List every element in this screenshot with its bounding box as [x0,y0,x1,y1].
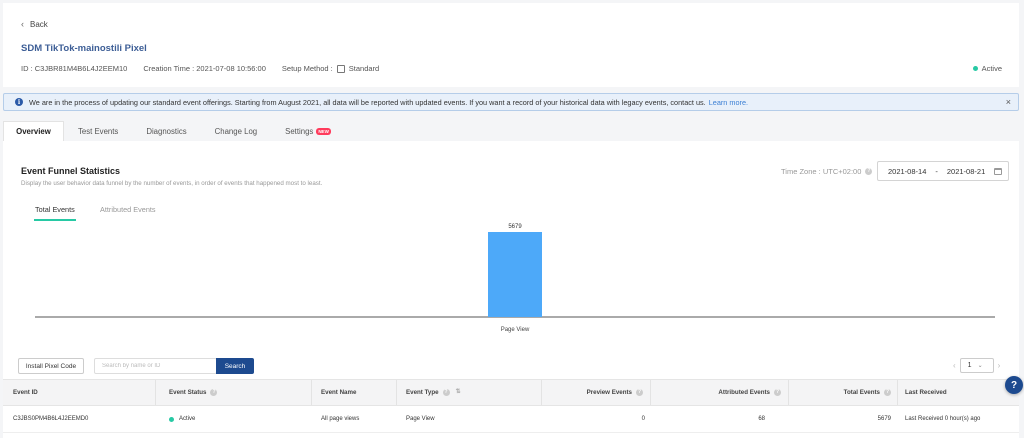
status-label: Active [179,416,196,422]
help-circle-icon[interactable]: ? [774,389,781,396]
sort-icon[interactable]: ⇅ [456,389,461,395]
column-divider [311,380,312,405]
funnel-chart: 5679 Page View [35,224,995,333]
tab-overview[interactable]: Overview [3,121,64,141]
page-select[interactable]: 1 ⌄ [959,358,994,373]
next-page-icon[interactable]: › [998,361,1001,370]
cell-event-status: Active [169,406,195,432]
setup-method: Setup Method : Standard [282,64,379,73]
pixel-meta: ID : C3JBR81M4B6L4J2EEM10 Creation Time … [21,64,379,73]
pixel-status-label: Active [981,64,1002,73]
tab-label: Settings [285,126,314,136]
tab-diagnostics[interactable]: Diagnostics [132,121,200,141]
header-attributed-events: Attributed Events ? [718,380,781,405]
learn-more-link[interactable]: Learn more. [709,98,748,107]
tab-label: Test Events [78,126,119,136]
bar-page-view[interactable] [488,232,542,317]
header-label: Attributed Events [718,389,770,396]
status-dot-icon [169,416,174,422]
column-divider [897,380,898,405]
setup-method-value: Standard [348,64,380,73]
current-page: 1 [967,362,972,369]
chevron-left-icon: ‹ [21,19,24,29]
tab-settings[interactable]: Settings NEW [271,121,345,141]
help-button[interactable]: ? [1005,376,1023,394]
table-row[interactable]: C3JBS0PM4B6L4J2EEMD0 Active All page vie… [3,406,1019,433]
header-total-events: Total Events ? [844,380,891,405]
cell-event-type: Page View [406,416,435,422]
header-preview-events: Preview Events ? [587,380,643,405]
creation-time: Creation Time : 2021-07-08 10:56:00 [143,64,266,73]
header-event-name: Event Name [321,389,357,396]
install-pixel-code-button[interactable]: Install Pixel Code [18,358,84,374]
header-event-type: Event Type ? ⇅ [406,380,461,405]
pagination: ‹ 1 ⌄ › [953,358,1000,373]
column-divider [155,380,156,405]
pixel-name: SDM TikTok-mainostili Pixel [21,43,147,54]
chevron-down-icon: ⌄ [977,363,983,369]
header-event-id: Event ID [13,389,38,396]
info-icon: i [15,98,23,106]
column-divider [396,380,397,405]
new-badge: NEW [316,127,331,135]
tab-bar: Overview Test Events Diagnostics Change … [3,121,1019,141]
category-tick-label: Page View [501,327,530,333]
cell-last-received: Last Received 0 hour(s) ago [905,416,981,422]
bar-value-label: 5679 [508,224,522,230]
tab-change-log[interactable]: Change Log [201,121,272,141]
search-button[interactable]: Search [216,358,254,374]
search-input[interactable] [94,358,217,374]
back-button[interactable]: ‹ Back [21,19,48,29]
banner-message: We are in the process of updating our st… [29,97,706,107]
header-label: Event Status [169,389,207,396]
cell-attributed-events: 68 [758,416,765,422]
help-circle-icon[interactable]: ? [210,389,218,396]
cell-event-id: C3JBS0PM4B6L4J2EEMD0 [13,416,89,422]
back-label: Back [30,19,48,29]
cell-total-events: 5679 [877,416,891,422]
help-circle-icon[interactable]: ? [884,389,891,396]
tab-label: Diagnostics [146,126,187,136]
pixel-status: Active [972,64,1002,73]
header-last-received: Last Received [905,389,947,396]
overview-panel: Event Funnel Statistics Display the user… [3,141,1019,438]
tab-label: Overview [16,127,51,136]
cell-event-name: All page views [321,416,360,422]
close-icon[interactable]: × [1006,97,1011,107]
prev-page-icon[interactable]: ‹ [953,361,956,370]
cell-preview-events: 0 [641,416,645,422]
help-circle-icon[interactable]: ? [442,389,450,396]
header-label: Total Events [843,389,880,396]
table-header: Event ID Event Status ? Event Name Event… [3,379,1019,406]
column-divider [541,380,542,405]
status-dot-icon [972,66,978,71]
pixel-header: ‹ Back SDM TikTok-mainostili Pixel ID : … [3,3,1019,87]
header-label: Event Type [406,389,439,396]
setup-method-label: Setup Method : [281,64,333,73]
info-banner: i We are in the process of updating our … [3,93,1019,111]
document-icon [336,64,345,73]
column-divider [788,380,789,405]
tab-test-events[interactable]: Test Events [64,121,132,141]
tab-label: Change Log [214,126,258,136]
column-divider [650,380,651,405]
header-event-status: Event Status ? [169,380,218,405]
pixel-id: ID : C3JBR81M4B6L4J2EEM10 [21,64,128,73]
header-label: Preview Events [586,389,632,396]
help-circle-icon[interactable]: ? [636,389,643,396]
